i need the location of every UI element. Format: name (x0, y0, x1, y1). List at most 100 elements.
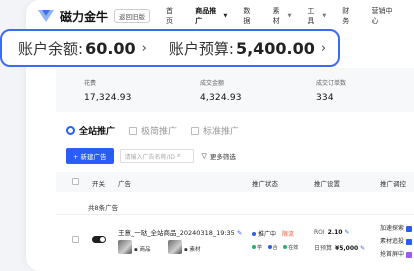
boost-icon (406, 238, 413, 245)
material-tag: ▪ 素材 (184, 245, 201, 253)
edit-icon[interactable]: ✎ (237, 229, 242, 237)
search-icon: ⌕ (176, 152, 181, 159)
brand-logo[interactable]: 磁力金牛 (36, 8, 108, 25)
budget-value: 5,400.00 (235, 38, 315, 58)
promotion-mode-tabs: 全站推广 极简推广 标准推广 (66, 124, 253, 137)
action-accelerate-explore[interactable]: 加速探索 (380, 223, 413, 232)
stats-panel: 花费 17,324.93 成交金额 4,324.93 成交订单数 334 RO … (56, 68, 414, 112)
row-checkbox[interactable] (72, 236, 79, 243)
ad-name-text: 王意_一哒_全站商品_20240318_19:35 (118, 229, 235, 237)
sub-tag: 在效 (288, 245, 299, 251)
status-dot-icon (252, 232, 256, 236)
balance-label: 账户余额: (18, 39, 84, 58)
top-nav: 磁力金牛 返回旧版 首页 商品推广 ▼ 数据 素材 ▼ 工具 ▼ 财务 营销中心 (26, 0, 414, 32)
account-summary-bar: 账户余额: 60.00 › 账户预算: 5,400.00 › (0, 29, 340, 67)
nav-item-home[interactable]: 首页 (166, 6, 179, 26)
daily-budget-setting: 日预算 ¥5,000 ✎ (314, 243, 365, 252)
nav-item-label: 首页 (166, 7, 173, 25)
nav-item-label: 工具 (307, 7, 315, 25)
account-budget[interactable]: 账户预算: 5,400.00 › (169, 38, 326, 59)
balance-value: 60.00 (85, 38, 136, 58)
action-first-screen[interactable]: 抢首屏中 (380, 249, 413, 258)
column-header-status: 推广状态 (252, 180, 278, 188)
budget-value: ¥5,000 (335, 245, 359, 252)
back-to-old-version-button[interactable]: 返回旧版 (114, 9, 151, 23)
blue-dot-icon (267, 245, 272, 249)
action-material-boost[interactable]: 素材追投 (380, 236, 413, 245)
nav-item-materials[interactable]: 素材 ▼ (273, 6, 292, 26)
radio-unselected-icon (129, 126, 138, 135)
green-dot-icon (252, 245, 256, 249)
nav-item-product-promotion[interactable]: 商品推广 ▼ (195, 6, 227, 26)
limited-badge[interactable]: 限流 (282, 231, 294, 238)
chevron-right-icon: › (141, 40, 147, 56)
nav-item-finance[interactable]: 财务 (342, 6, 355, 26)
ad-toggle-switch[interactable] (92, 236, 106, 243)
table-row: 王意_一哒_全站商品_20240318_19:35 ✎ ▪ 商品 ▪ 素材 推广中… (56, 218, 414, 271)
tab-standard-promotion[interactable]: 标准推广 (191, 124, 239, 137)
chevron-down-icon: ▼ (322, 13, 327, 19)
edit-icon[interactable]: ✎ (344, 229, 349, 236)
green-dot-icon (283, 245, 288, 249)
search-input[interactable]: 请输入广告名称/ID ⌕ (119, 149, 194, 163)
column-header-control: 推广调控 (380, 180, 406, 188)
stat-spend: 花费 17,324.93 (84, 78, 132, 103)
tab-label: 极简推广 (141, 127, 178, 137)
status-text: 推广中 (258, 231, 277, 238)
select-all-checkbox[interactable] (72, 178, 79, 185)
column-header-ad: 广告 (118, 180, 131, 188)
stat-value: 334 (316, 93, 334, 103)
search-placeholder: 请输入广告名称/ID (124, 153, 175, 161)
table-header: 开关 广告 推广状态 推广设置 推广调控 (56, 172, 414, 192)
tab-simple-promotion[interactable]: 极简推广 (129, 124, 177, 137)
magnet-logo-icon (38, 10, 54, 22)
account-balance[interactable]: 账户余额: 60.00 › (18, 38, 147, 59)
action-label: 抢首屏中 (380, 251, 405, 258)
screen-icon (406, 251, 413, 258)
brand-name: 磁力金牛 (60, 9, 109, 24)
new-ad-button[interactable]: + 新建广告 (66, 148, 114, 164)
stat-orders: 成交订单数 334 (316, 78, 346, 103)
toolbar: + 新建广告 请输入广告名称/ID ⌕ ▽ 更多筛选 (66, 148, 236, 164)
nav-item-data[interactable]: 数据 (243, 6, 256, 26)
filter-icon: ▽ (201, 152, 207, 160)
action-label: 素材追投 (380, 238, 405, 245)
stat-label: 花费 (84, 80, 97, 87)
sub-tag: 学 (257, 245, 263, 251)
action-label: 加速探索 (380, 225, 405, 232)
budget-label: 日预算 (314, 245, 333, 252)
nav-item-marketing-center[interactable]: 营销中心 (372, 6, 399, 26)
nav-item-tools[interactable]: 工具 ▼ (307, 6, 326, 26)
product-thumbnail[interactable] (118, 240, 132, 254)
nav-menu: 首页 商品推广 ▼ 数据 素材 ▼ 工具 ▼ 财务 营销中心 (166, 0, 414, 32)
column-header-switch: 开关 (92, 180, 105, 188)
chevron-down-icon: ▼ (223, 13, 228, 19)
ad-name[interactable]: 王意_一哒_全站商品_20240318_19:35 ✎ (118, 227, 242, 237)
nav-item-label: 营销中心 (371, 7, 393, 25)
radio-unselected-icon (191, 126, 200, 135)
status-badge: 推广中 限流 (252, 229, 294, 238)
column-header-settings: 推广设置 (314, 180, 340, 188)
ad-count-label: 共8条广告 (88, 204, 119, 212)
tab-label: 标准推广 (203, 127, 240, 137)
nav-item-label: 数据 (243, 7, 251, 25)
sub-tag: 合 (272, 245, 278, 251)
product-tag: ▪ 商品 (134, 245, 151, 253)
status-sub-tags: 学 合 在效 (252, 244, 302, 251)
tab-full-site-promotion[interactable]: 全站推广 (66, 124, 115, 137)
tab-label: 全站推广 (79, 127, 116, 137)
more-filters-button[interactable]: ▽ 更多筛选 (202, 151, 236, 161)
stat-gmv: 成交金额 4,324.93 (200, 78, 242, 103)
tag-label: 素材 (189, 247, 201, 253)
video-icon: ▪ (184, 247, 188, 253)
rocket-icon (406, 225, 413, 232)
edit-icon[interactable]: ✎ (360, 245, 365, 252)
material-thumbnail[interactable] (168, 240, 182, 254)
roi-label: ROI (314, 229, 325, 236)
divider (56, 214, 414, 215)
filter-label: 更多筛选 (209, 153, 236, 161)
stat-label: 成交订单数 (316, 80, 347, 87)
roi-setting: ROI 2.10 ✎ (314, 229, 350, 236)
radio-selected-icon (66, 126, 75, 135)
budget-label: 账户预算: (168, 39, 234, 58)
